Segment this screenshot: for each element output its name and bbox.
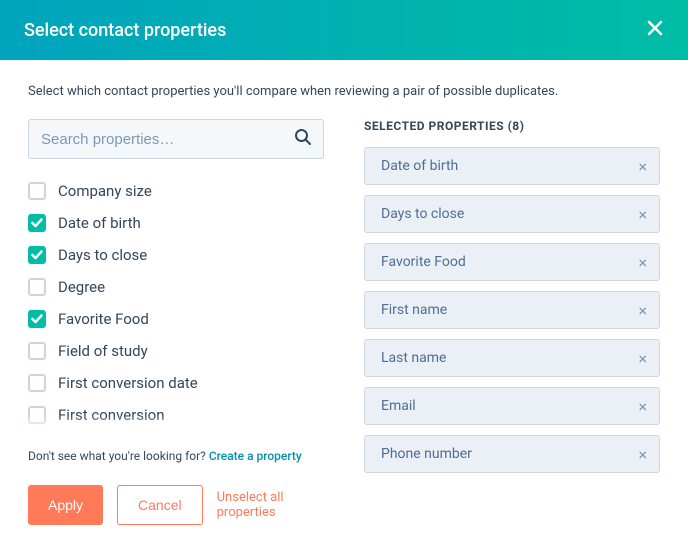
selected-pill[interactable]: Days to close × [364,195,660,233]
selected-properties-header: SELECTED PROPERTIES (8) [364,119,660,133]
close-icon [646,19,664,37]
apply-button[interactable]: Apply [28,485,103,525]
remove-icon[interactable]: × [638,349,647,368]
selected-pill[interactable]: First name × [364,291,660,329]
property-label: Date of birth [58,214,141,232]
pill-label: Phone number [381,446,472,462]
property-item[interactable]: Days to close [28,239,324,271]
property-item[interactable]: Favorite Food [28,303,324,335]
remove-icon[interactable]: × [638,445,647,464]
property-item[interactable]: First conversion date [28,367,324,399]
checkbox[interactable] [28,278,46,296]
search-input[interactable] [28,119,324,159]
cancel-button[interactable]: Cancel [117,485,203,525]
remove-icon[interactable]: × [638,253,647,272]
property-label: Company size [58,182,152,200]
pill-label: Favorite Food [381,254,466,270]
property-label: Favorite Food [58,310,149,328]
selected-pill[interactable]: Favorite Food × [364,243,660,281]
checkbox[interactable] [28,374,46,392]
unselect-all-link[interactable]: Unselect all properties [217,490,324,520]
check-icon [31,250,43,260]
checkbox-checked[interactable] [28,214,46,232]
selected-pill[interactable]: Date of birth × [364,147,660,185]
property-item[interactable]: Company size [28,175,324,207]
checkbox[interactable] [28,406,46,424]
property-item[interactable]: Degree [28,271,324,303]
pill-label: Date of birth [381,158,458,174]
create-property-link[interactable]: Create a property [209,449,302,463]
pill-label: Last name [381,350,446,366]
help-text: Don't see what you're looking for? Creat… [28,449,324,463]
selected-pill[interactable]: Email × [364,387,660,425]
property-item[interactable]: First conversion [28,399,324,431]
property-label: Days to close [58,246,147,264]
check-icon [31,314,43,324]
checkbox-checked[interactable] [28,246,46,264]
remove-icon[interactable]: × [638,205,647,224]
close-button[interactable] [646,19,664,41]
modal-title: Select contact properties [24,20,226,41]
check-icon [31,218,43,228]
checkbox[interactable] [28,182,46,200]
property-label: Degree [58,278,105,296]
search-icon [294,128,312,150]
pill-label: Email [381,398,416,414]
property-item[interactable]: Field of study [28,335,324,367]
selected-list: Date of birth × Days to close × Favorite F… [364,147,660,473]
description-text: Select which contact properties you'll c… [28,84,660,99]
property-item[interactable]: First deal created date [28,431,324,435]
modal-header: Select contact properties [0,0,688,60]
remove-icon[interactable]: × [638,301,647,320]
checkbox[interactable] [28,342,46,360]
property-label: Field of study [58,342,148,360]
property-item[interactable]: Date of birth [28,207,324,239]
property-label: First conversion [58,406,165,424]
remove-icon[interactable]: × [638,157,647,176]
selected-pill[interactable]: Last name × [364,339,660,377]
property-list: Company size Date of birth Days to close… [28,175,324,435]
selected-pill[interactable]: Phone number × [364,435,660,473]
checkbox-checked[interactable] [28,310,46,328]
pill-label: First name [381,302,447,318]
remove-icon[interactable]: × [638,397,647,416]
pill-label: Days to close [381,206,464,222]
property-label: First conversion date [58,374,198,392]
